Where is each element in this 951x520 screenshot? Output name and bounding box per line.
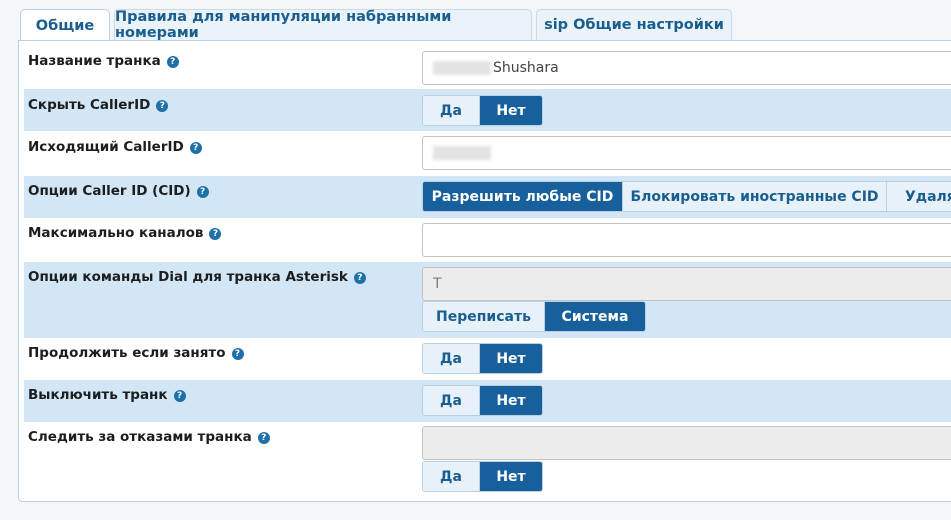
row-cid-options: Опции Caller ID (CID)? Разрешить любые C…	[24, 176, 951, 218]
help-icon[interactable]: ?	[231, 348, 244, 360]
tab-general-label: Общие	[35, 17, 95, 34]
tab-dialed-number-rules[interactable]: Правила для манипуляции набранными номер…	[114, 9, 532, 41]
help-icon[interactable]: ?	[173, 390, 186, 402]
disable-trunk-label: Выключить транк?	[28, 387, 186, 403]
hide-callerid-label: Скрыть CallerID?	[28, 97, 169, 113]
trunk-name-input[interactable]: Shushara	[422, 51, 951, 85]
tab-sip-settings-label: sip Общие настройки	[544, 17, 724, 33]
row-continue-if-busy: Продолжить если занято? Да Нет	[24, 338, 951, 380]
hide-callerid-toggle: Да Нет	[422, 95, 543, 126]
cid-block-foreign-button[interactable]: Блокировать иностранные CID	[623, 182, 887, 211]
cid-options-group: Разрешить любые CID Блокировать иностран…	[422, 181, 951, 212]
max-channels-label: Максимально каналов?	[28, 225, 222, 241]
disable-trunk-no-button[interactable]: Нет	[480, 386, 542, 415]
monitor-failures-yes-button[interactable]: Да	[423, 462, 480, 491]
disable-trunk-yes-button[interactable]: Да	[423, 386, 480, 415]
monitor-failures-toggle: Да Нет	[422, 461, 543, 492]
redacted-text	[433, 146, 491, 160]
monitor-failures-input[interactable]	[422, 426, 951, 460]
trunk-name-value: Shushara	[493, 60, 559, 76]
row-outbound-callerid: Исходящий CallerID?	[24, 131, 951, 176]
tab-sip-settings[interactable]: sip Общие настройки	[536, 9, 732, 40]
row-disable-trunk: Выключить транк? Да Нет	[24, 380, 951, 422]
dial-options-value: T	[433, 276, 442, 292]
help-icon[interactable]: ?	[189, 142, 202, 154]
dial-options-label: Опции команды Dial для транка Asterisk?	[28, 269, 366, 285]
monitor-failures-label: Следить за отказами транка?	[28, 429, 270, 445]
help-icon[interactable]: ?	[196, 186, 209, 198]
dial-options-mode-toggle: Переписать Система	[422, 301, 646, 332]
cid-remove-button[interactable]: Удалят	[887, 182, 951, 211]
help-icon[interactable]: ?	[166, 56, 179, 68]
continue-if-busy-yes-button[interactable]: Да	[423, 344, 480, 373]
cid-options-label: Опции Caller ID (CID)?	[28, 183, 209, 199]
dial-options-override-button[interactable]: Переписать	[423, 302, 545, 331]
outbound-callerid-label: Исходящий CallerID?	[28, 139, 202, 155]
outbound-callerid-input[interactable]	[422, 136, 951, 170]
max-channels-input[interactable]	[422, 223, 951, 257]
help-icon[interactable]: ?	[257, 432, 270, 444]
help-icon[interactable]: ?	[353, 272, 366, 284]
row-max-channels: Максимально каналов?	[24, 218, 951, 262]
row-monitor-failures: Следить за отказами транка? Да Нет	[24, 422, 951, 498]
disable-trunk-toggle: Да Нет	[422, 385, 543, 416]
continue-if-busy-no-button[interactable]: Нет	[480, 344, 542, 373]
help-icon[interactable]: ?	[209, 228, 222, 240]
hide-callerid-no-button[interactable]: Нет	[480, 96, 542, 125]
continue-if-busy-label: Продолжить если занято?	[28, 345, 244, 361]
hide-callerid-yes-button[interactable]: Да	[423, 96, 480, 125]
row-dial-options: Опции команды Dial для транка Asterisk? …	[24, 262, 951, 338]
monitor-failures-no-button[interactable]: Нет	[480, 462, 542, 491]
row-hide-callerid: Скрыть CallerID? Да Нет	[24, 89, 951, 131]
tab-general[interactable]: Общие	[20, 9, 110, 41]
dial-options-system-button[interactable]: Система	[545, 302, 645, 331]
continue-if-busy-toggle: Да Нет	[422, 343, 543, 374]
trunk-name-label: Название транка?	[28, 53, 179, 69]
row-trunk-name: Название транка? Shushara	[24, 47, 951, 89]
tab-dialed-number-rules-label: Правила для манипуляции набранными номер…	[115, 9, 452, 41]
cid-allow-any-button[interactable]: Разрешить любые CID	[423, 182, 623, 211]
help-icon[interactable]: ?	[156, 100, 169, 112]
dial-options-input[interactable]: T	[422, 267, 951, 301]
redacted-text	[433, 61, 491, 75]
